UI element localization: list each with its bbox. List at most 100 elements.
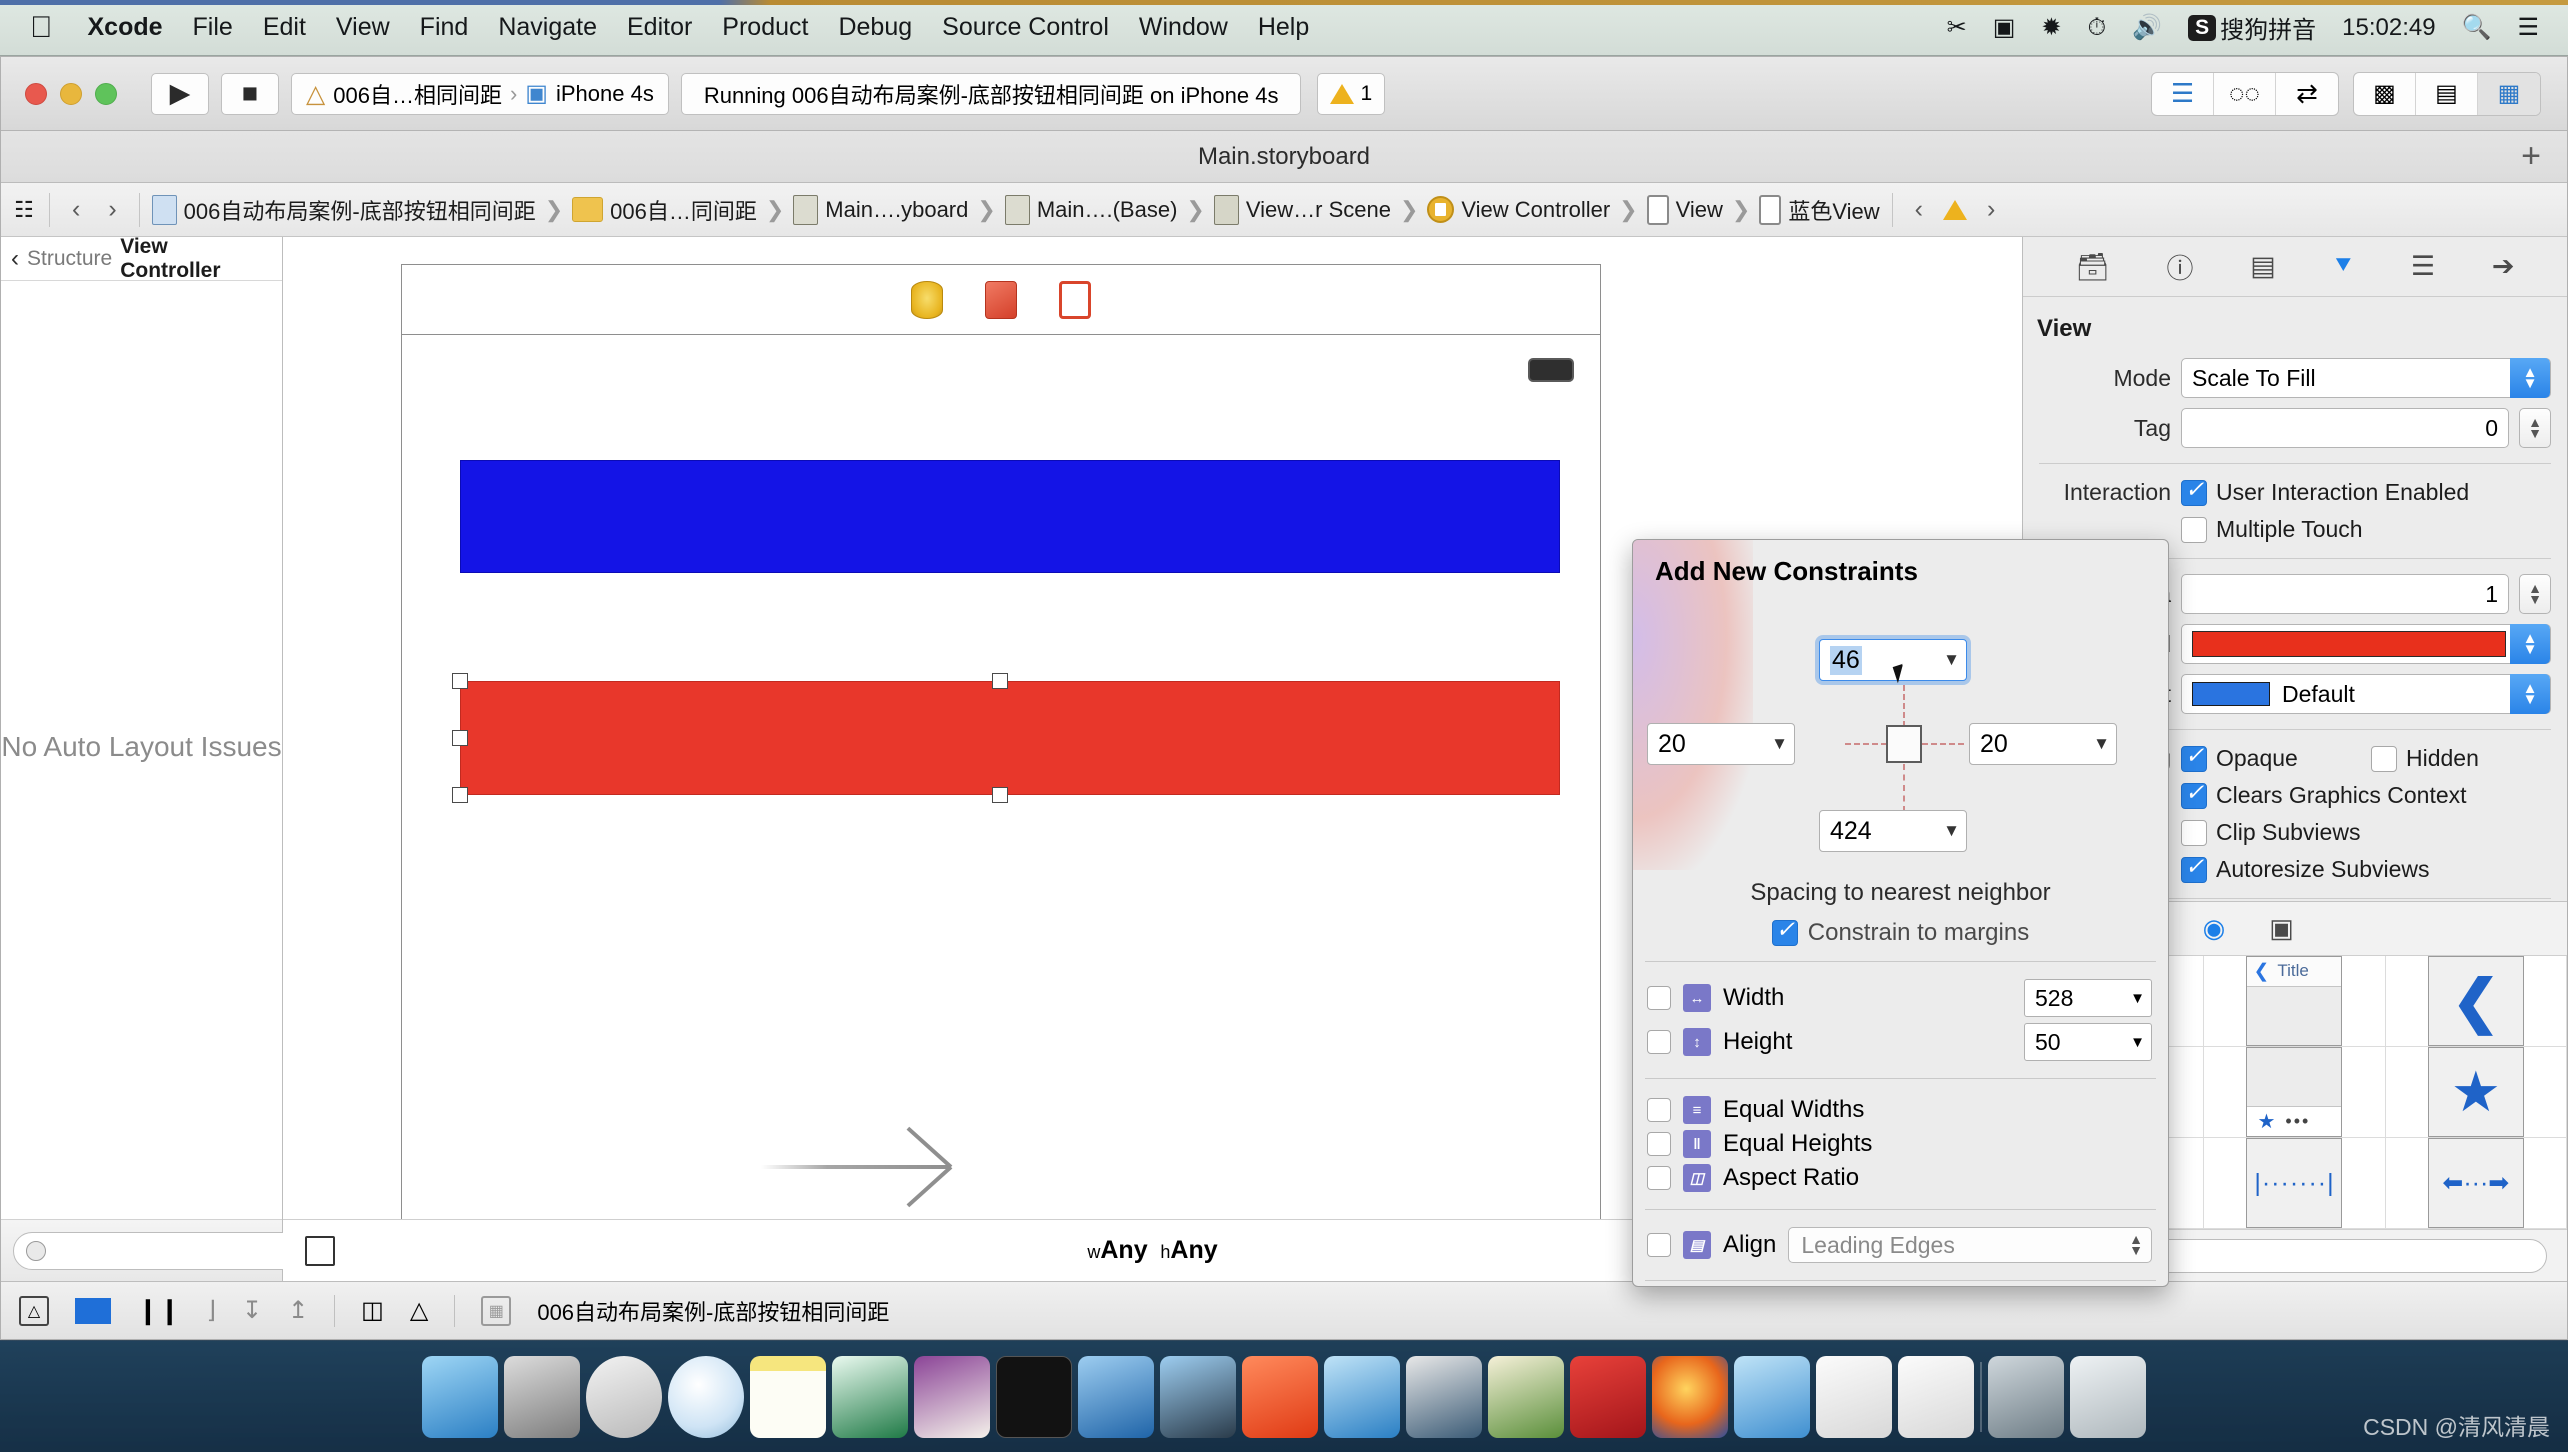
issue-prev-button[interactable]: ‹ (1901, 195, 1937, 224)
onenote-icon[interactable] (914, 1355, 990, 1438)
menu-item-navigate[interactable]: Navigate (483, 13, 612, 42)
menu-item-product[interactable]: Product (707, 13, 823, 42)
flag-icon[interactable] (75, 1297, 111, 1324)
launchpad-icon[interactable] (586, 1355, 662, 1438)
issue-next-button[interactable]: › (1973, 195, 2009, 224)
height-value-combo[interactable]: 50 ▼ (2024, 1023, 2152, 1061)
aspect-ratio-checkbox[interactable] (1647, 1166, 1671, 1190)
height-checkbox[interactable] (1647, 1030, 1671, 1054)
add-editor-button[interactable]: + (2521, 137, 2541, 176)
chevron-updown-icon[interactable]: ▲ ▼ (2510, 624, 2550, 664)
red-view[interactable] (452, 673, 1560, 803)
process-label[interactable]: 006自动布局案例-底部按钮相同间距 (537, 1295, 889, 1327)
navigator-toggle-icon[interactable]: ▩ (2354, 72, 2416, 115)
step-out-icon[interactable]: ↥ (288, 1296, 308, 1325)
resize-handle-bottom-center[interactable] (992, 787, 1008, 803)
width-constraint-row[interactable]: ↔ Width 528 ▼ (1633, 976, 2168, 1020)
resize-handle-bottom-left[interactable] (452, 787, 468, 803)
constrain-to-margins-row[interactable]: Constrain to margins (1633, 916, 2168, 947)
search-icon[interactable]: 🔍 (2449, 13, 2505, 42)
navigator-breadcrumb-parent[interactable]: Structure (27, 247, 112, 271)
quick-help-icon[interactable]: ⓘ (2166, 247, 2193, 286)
library-item-fixed-space[interactable]: |·······| (2204, 1138, 2386, 1229)
resize-handle-top-left[interactable] (452, 673, 468, 689)
width-checkbox[interactable] (1647, 986, 1671, 1010)
mode-popup[interactable]: Scale To Fill ▲ ▼ (2181, 358, 2551, 398)
menu-item-window[interactable]: Window (1124, 13, 1243, 42)
opaque-checkbox[interactable] (2181, 742, 2207, 772)
canvas-mode-icon[interactable] (305, 1235, 335, 1266)
size-inspector-icon[interactable]: ☰ (2411, 251, 2435, 282)
equal-widths-row[interactable]: ≡ Equal Widths (1633, 1093, 2168, 1127)
breadcrumb-view-controller[interactable]: View Controller (1423, 196, 1614, 223)
library-item-navigation-bar[interactable]: ❮ Title (2204, 956, 2386, 1047)
width-value-combo[interactable]: 528 ▼ (2024, 979, 2152, 1017)
clip-subviews-checkbox[interactable] (2181, 819, 2207, 846)
stop-button[interactable]: ■ (221, 72, 279, 115)
menu-item-debug[interactable]: Debug (823, 13, 927, 42)
close-window-button[interactable] (25, 82, 47, 105)
autoresize-subviews-checkbox-row[interactable]: Autoresize Subviews (2181, 853, 2430, 883)
chevron-down-icon[interactable]: ▼ (1943, 821, 1960, 841)
aspect-ratio-row[interactable]: ◫ Aspect Ratio (1633, 1161, 2168, 1195)
menu-item-editor[interactable]: Editor (612, 13, 707, 42)
chevron-down-icon[interactable]: ▼ (1943, 650, 1960, 670)
step-over-icon[interactable]: ⌋ (207, 1296, 216, 1325)
chevron-down-icon[interactable]: ▼ (1771, 734, 1788, 754)
excel-icon[interactable] (832, 1355, 908, 1438)
constrain-to-margins-checkbox[interactable] (1771, 916, 1798, 946)
chevron-down-icon[interactable]: ▼ (2093, 734, 2110, 754)
version-editor-icon[interactable]: ⇄ (2276, 73, 2338, 115)
preview-alt-icon[interactable] (1898, 1355, 1974, 1438)
volume-icon[interactable]: 🔊 (2119, 13, 2175, 42)
background-color-popup[interactable]: ▲ ▼ (2181, 624, 2551, 664)
breadcrumb-storyboard-base[interactable]: Main….(Base) (1001, 194, 1182, 225)
autoresize-subviews-checkbox[interactable] (2181, 853, 2207, 883)
step-into-icon[interactable]: ↧ (242, 1296, 262, 1325)
breadcrumb-scene[interactable]: View…r Scene (1210, 194, 1395, 225)
utilities-toggle-icon[interactable]: ▦ (2478, 72, 2540, 115)
alpha-stepper[interactable]: ▲ ▼ (2519, 574, 2551, 614)
equal-widths-checkbox[interactable] (1647, 1098, 1671, 1122)
location-icon[interactable]: △ (410, 1296, 428, 1325)
firefox-icon[interactable] (1652, 1355, 1728, 1438)
first-responder-icon[interactable] (985, 280, 1017, 319)
run-button[interactable]: ▶ (151, 72, 209, 115)
navigator-back-button[interactable]: ‹ (11, 245, 19, 273)
multiple-touch-checkbox-row[interactable]: Multiple Touch (2181, 516, 2363, 543)
screen-record-icon[interactable]: ▣ (1980, 13, 2029, 42)
attributes-inspector-icon[interactable]: ⯆ (2333, 251, 2355, 283)
right-constraint-combo[interactable]: 20 ▼ (1969, 723, 2117, 765)
connections-inspector-icon[interactable]: ➔ (2492, 251, 2515, 282)
time-machine-icon[interactable]: ⏱ (2075, 14, 2120, 42)
pause-icon[interactable]: ❙❙ (137, 1295, 181, 1326)
xcode-icon[interactable] (1078, 1355, 1154, 1438)
library-item-navigation-item[interactable]: ❮ (2385, 956, 2567, 1047)
charts-icon[interactable] (1734, 1355, 1810, 1438)
navigate-back-button[interactable]: ‹ (58, 195, 94, 224)
file-inspector-icon[interactable]: 🗃 (2075, 251, 2109, 283)
maximize-window-button[interactable] (95, 82, 117, 105)
align-row[interactable]: ▤ Align Leading Edges ▲ ▼ (1633, 1224, 2168, 1266)
breakpoints-icon[interactable]: △ (19, 1295, 49, 1326)
breadcrumb-storyboard[interactable]: Main….yboard (789, 194, 972, 225)
resize-handle-top-center[interactable] (992, 673, 1008, 689)
chevron-down-icon[interactable]: ▼ (2130, 990, 2145, 1007)
sketch-icon[interactable] (1324, 1355, 1400, 1438)
equal-heights-row[interactable]: ‖ Equal Heights (1633, 1127, 2168, 1161)
apple-icon[interactable]:  (30, 12, 53, 43)
library-item-tab-bar-item[interactable]: ★ (2385, 1047, 2567, 1138)
related-items-icon[interactable]: ☷ (7, 197, 41, 223)
exit-icon[interactable] (1059, 280, 1091, 319)
height-constraint-row[interactable]: ↕ Height 50 ▼ (1633, 1020, 2168, 1064)
bottom-constraint-combo[interactable]: 424 ▼ (1819, 810, 1967, 852)
safari-icon[interactable] (668, 1355, 744, 1438)
screenshot-icon[interactable] (1988, 1355, 2064, 1438)
view-controller-scene[interactable] (401, 264, 1601, 1219)
xcode-beta-icon[interactable] (1160, 1355, 1236, 1438)
notes-icon[interactable] (750, 1355, 826, 1438)
blue-view[interactable] (460, 460, 1560, 573)
preview-icon[interactable] (1816, 1355, 1892, 1438)
chevron-updown-icon[interactable]: ▲ ▼ (2129, 1232, 2143, 1257)
input-method-indicator[interactable]: S 搜狗拼音 (2175, 10, 2329, 45)
